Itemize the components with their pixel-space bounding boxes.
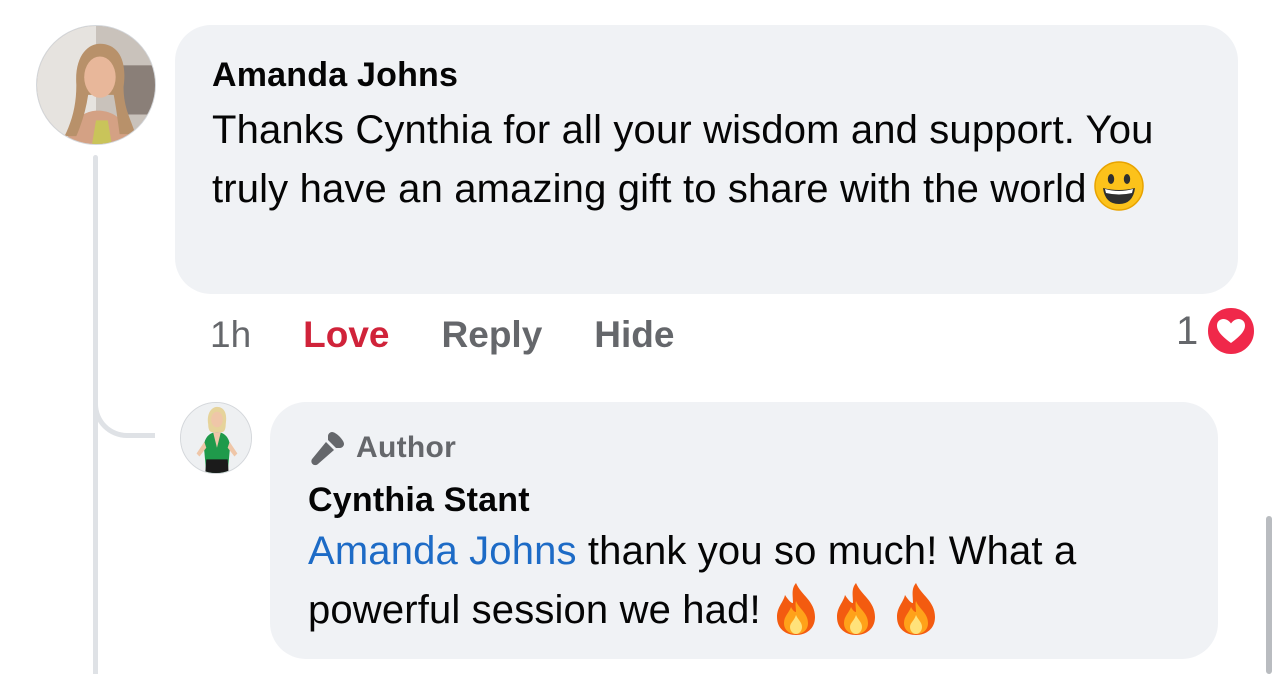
reaction-count: 1 — [1176, 308, 1199, 353]
grinning-face-emoji — [1093, 160, 1145, 212]
heart-reaction-icon — [1206, 306, 1257, 356]
comment-body: Thanks Cynthia for all your wisdom and s… — [212, 108, 1154, 211]
avatar-cynthia-stant[interactable] — [180, 402, 252, 474]
avatar-photo — [181, 403, 251, 473]
avatar-photo — [37, 26, 155, 144]
author-badge: Author — [308, 428, 1180, 468]
comment-actions: 1h Love Reply Hide — [210, 310, 726, 360]
love-button[interactable]: Love — [303, 314, 389, 356]
scrollbar-thumb[interactable] — [1266, 516, 1272, 674]
reply-button[interactable]: Reply — [442, 314, 543, 356]
comment-text: Thanks Cynthia for all your wisdom and s… — [212, 101, 1201, 219]
mention-link[interactable]: Amanda Johns — [308, 529, 577, 573]
fire-emoji — [771, 581, 821, 637]
comment-thread: Amanda Johns Thanks Cynthia for all your… — [0, 0, 1284, 674]
avatar-amanda-johns[interactable] — [36, 25, 156, 145]
fire-emoji — [831, 581, 881, 637]
microphone-icon — [311, 432, 344, 466]
comment-timestamp[interactable]: 1h — [210, 314, 251, 356]
thread-branch-line — [93, 380, 155, 438]
reply-bubble: Author Cynthia Stant Amanda Johns thank … — [270, 402, 1218, 659]
reply-author-name[interactable]: Cynthia Stant — [308, 480, 1180, 520]
hide-button[interactable]: Hide — [594, 314, 674, 356]
comment-author-name[interactable]: Amanda Johns — [212, 55, 1201, 95]
reaction-summary[interactable]: 1 — [1176, 305, 1257, 357]
fire-emoji — [891, 581, 941, 637]
reply-text: Amanda Johns thank you so much! What a p… — [308, 522, 1180, 640]
comment-bubble: Amanda Johns Thanks Cynthia for all your… — [175, 25, 1238, 294]
author-badge-label: Author — [356, 431, 457, 464]
